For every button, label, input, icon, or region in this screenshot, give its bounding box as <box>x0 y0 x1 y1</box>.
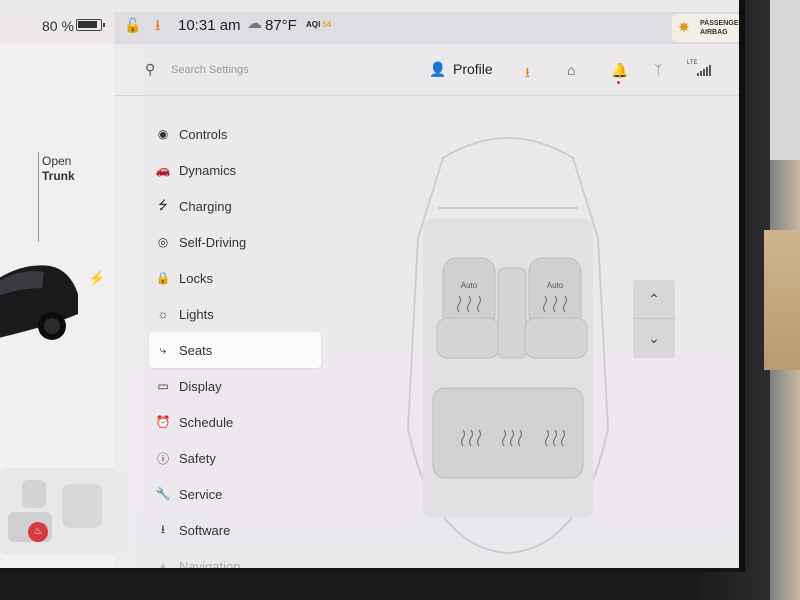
padlock-open-icon[interactable]: 🔓 <box>124 17 141 34</box>
menu-item-software[interactable]: ⭳ Software <box>149 512 321 548</box>
menu-item-label: Charging <box>179 198 232 214</box>
menu-item-label: Service <box>179 486 223 502</box>
menu-item-controls[interactable]: ◉ Controls <box>149 116 321 152</box>
touchscreen: 80 % 🔓 ⭳ 10:31 am ☁ 87°F AQI 54 ✸ PASSEN… <box>0 0 745 572</box>
menu-item-label: Lights <box>179 306 214 322</box>
airbag-line1: PASSENGER <box>700 20 744 27</box>
aqi-indicator: AQI 54 <box>306 20 331 29</box>
menu-item-dynamics[interactable]: 🚗 Dynamics <box>149 152 321 188</box>
menu-item-label: Self-Driving <box>179 234 247 250</box>
safety-icon: ⓘ <box>156 451 169 466</box>
aqi-label: AQI <box>306 20 321 29</box>
download-icon[interactable]: ⭳ <box>525 62 530 86</box>
clock-time: 10:31 am <box>178 17 241 34</box>
bolt-icon: ⭍ <box>158 197 168 212</box>
seat-heater-icon[interactable]: ♨ <box>28 522 48 542</box>
alarm-clock-icon: ⏰ <box>155 415 171 429</box>
menu-item-lights[interactable]: ☼ Lights <box>149 296 321 332</box>
background-wall <box>770 0 800 160</box>
search-icon: ⚲ <box>145 61 156 77</box>
status-bar: 80 % 🔓 ⭳ 10:31 am ☁ 87°F AQI 54 ✸ PASSEN… <box>0 0 744 44</box>
menu-item-seats[interactable]: ⤷ Seats <box>149 332 321 368</box>
garage-icon[interactable]: ⌂ <box>567 62 575 78</box>
search-settings-input[interactable] <box>171 60 321 80</box>
open-trunk-open: Open <box>42 154 72 168</box>
menu-item-display[interactable]: ▭ Display <box>149 368 321 404</box>
rear-seat-bench <box>432 387 584 479</box>
menu-item-locks[interactable]: 🔒 Locks <box>149 260 321 296</box>
settings-panel: ⚲ 👤 Profile ⭳ ⌂ 🔔 ᛉ LTE ◉ Contr <box>115 44 739 572</box>
trunk-pointer-line <box>38 152 39 242</box>
menu-item-safety[interactable]: ⓘ Safety <box>149 440 321 476</box>
sun-icon: ☼ <box>157 307 169 321</box>
front-right-seat-mode: Auto <box>547 281 564 290</box>
steering-wheel-icon: ◎ <box>157 235 169 249</box>
menu-item-label: Software <box>179 522 231 538</box>
toggle-icon: ◉ <box>157 127 169 141</box>
download-icon: ⭳ <box>160 521 166 536</box>
menu-item-label: Locks <box>179 270 213 286</box>
menu-item-service[interactable]: 🔧 Service <box>149 476 321 512</box>
notification-dot <box>617 81 620 84</box>
battery-icon <box>76 19 105 31</box>
center-console <box>497 267 527 359</box>
settings-header: ⚲ 👤 Profile ⭳ ⌂ 🔔 ᛉ LTE <box>115 44 739 96</box>
mini-seat-preview[interactable]: ♨ <box>0 468 130 554</box>
menu-item-label: Dynamics <box>179 162 237 178</box>
aqi-value: 54 <box>322 20 332 29</box>
airbag-text: PASSENGER AIRBAG <box>700 19 744 37</box>
lte-label: LTE <box>687 60 698 66</box>
mini-seat-diagram <box>8 480 102 542</box>
passenger-airbag-indicator: ✸ PASSENGER AIRBAG <box>672 14 744 42</box>
airbag-line2: AIRBAG <box>700 29 728 36</box>
car-side-image <box>0 265 78 340</box>
display-icon: ▭ <box>157 379 169 393</box>
download-icon[interactable]: ⭳ <box>155 15 160 40</box>
seat-view-scroll: ⌃ ⌄ <box>633 280 675 358</box>
airbag-icon: ✸ <box>678 19 690 35</box>
front-left-seat: Auto <box>436 257 500 359</box>
charging-bolt-icon: ⚡ <box>88 270 106 286</box>
open-trunk-button[interactable]: Open Trunk <box>42 154 75 184</box>
chevron-up-icon[interactable]: ⌃ <box>633 280 675 319</box>
menu-item-schedule[interactable]: ⏰ Schedule <box>149 404 321 440</box>
lock-icon: 🔒 <box>155 271 171 285</box>
menu-item-label: Controls <box>179 126 228 142</box>
menu-item-label: Safety <box>179 450 216 466</box>
car-icon: 🚗 <box>155 163 171 177</box>
menu-item-label: Schedule <box>179 414 234 430</box>
menu-item-label: Seats <box>179 342 213 358</box>
front-right-seat: Auto <box>524 257 588 359</box>
bell-icon[interactable]: 🔔 <box>611 62 628 79</box>
open-trunk-trunk: Trunk <box>42 169 75 183</box>
front-left-seat-mode: Auto <box>461 281 478 290</box>
taskbar: ✆ ◉ ♫ ▶ ⋮ □ 6 🔊 <box>0 568 739 572</box>
person-icon: 👤 <box>429 61 447 77</box>
seat-icon: ⤷ <box>159 342 167 357</box>
signal-strength-icon <box>697 64 711 76</box>
weather-icon: ☁ <box>247 15 262 32</box>
outside-temperature: 87°F <box>265 17 297 34</box>
battery-percent: 80 % <box>42 18 74 34</box>
settings-menu: ◉ Controls 🚗 Dynamics ⭍ Charging ◎ Self-… <box>149 116 329 572</box>
background-wood <box>764 230 800 370</box>
menu-item-charging[interactable]: ⭍ Charging <box>149 188 321 224</box>
bluetooth-icon[interactable]: ᛉ <box>654 62 662 78</box>
profile-label: Profile <box>453 61 493 77</box>
menu-item-label: Display <box>179 378 222 394</box>
menu-item-self-driving[interactable]: ◎ Self-Driving <box>149 224 321 260</box>
wrench-icon: 🔧 <box>155 487 171 501</box>
seat-diagram: Auto Auto <box>406 137 610 555</box>
chevron-down-icon[interactable]: ⌄ <box>633 319 675 358</box>
